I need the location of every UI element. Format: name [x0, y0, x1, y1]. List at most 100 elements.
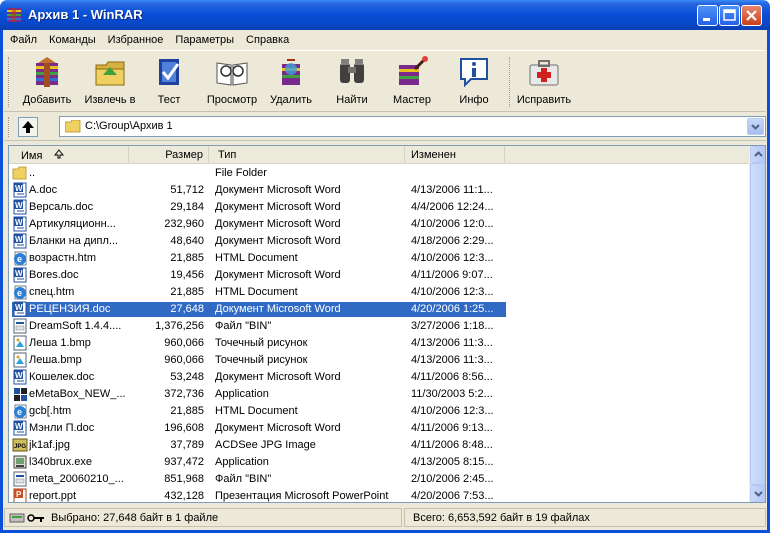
file-size: 960,066: [164, 337, 204, 349]
file-row[interactable]: Леша.bmp 960,066 Точечный рисунок 4/13/2006…: [9, 352, 749, 369]
binoculars-icon: [340, 59, 364, 83]
file-row[interactable]: Preport.ppt 432,128 Презентация Microsoft …: [9, 488, 749, 502]
maximize-button[interactable]: [719, 5, 740, 26]
file-name: Мэнли П.doc: [29, 422, 95, 434]
minimize-button[interactable]: [697, 5, 718, 26]
file-size: 232,960: [164, 218, 204, 230]
menu-favorites[interactable]: Избранное: [102, 32, 170, 50]
scroll-down-button[interactable]: [750, 485, 765, 502]
word-doc-icon: W: [13, 199, 27, 215]
svg-text:W: W: [15, 235, 23, 244]
file-type: Документ Microsoft Word: [215, 184, 341, 196]
file-modified: 4/13/2006 11:3...: [411, 337, 493, 349]
file-name: l340brux.exe: [29, 456, 92, 468]
file-name: report.ppt: [29, 490, 77, 502]
file-list[interactable]: Имя Размер Тип Изменен .. File Folder W A.d…: [8, 145, 766, 503]
svg-text:W: W: [15, 422, 23, 431]
view-book-icon: [216, 62, 248, 86]
test-button[interactable]: Тест: [139, 55, 199, 111]
file-type: Точечный рисунок: [215, 354, 308, 366]
word-doc-icon: W: [13, 301, 27, 317]
repair-button[interactable]: Исправить: [514, 55, 574, 111]
drive-key-icon[interactable]: [9, 512, 49, 524]
bitmap-icon: [13, 352, 27, 368]
file-row[interactable]: W Артикуляционн... 232,960 Документ Microso…: [9, 216, 749, 233]
info-button[interactable]: Инфо: [444, 55, 504, 111]
menu-options[interactable]: Параметры: [169, 32, 240, 50]
file-row[interactable]: W Кошелек.doc 53,248 Документ Microsoft Wor…: [9, 369, 749, 386]
file-row[interactable]: eMetaBox_NEW_... 372,736 Application 11/30/…: [9, 386, 749, 403]
status-bar: Выбрано: 27,648 байт в 1 файле Всего: 6,…: [4, 506, 766, 528]
up-folder-button[interactable]: [18, 117, 38, 137]
title-bar[interactable]: Архив 1 - WinRAR: [0, 0, 770, 30]
svg-text:e: e: [17, 407, 22, 417]
chevron-up-icon: [754, 151, 763, 157]
file-row[interactable]: W Мэнли П.doc 196,608 Документ Microsoft Wo…: [9, 420, 749, 437]
file-size: 37,789: [170, 439, 204, 451]
file-modified: 11/30/2003 5:2...: [411, 388, 493, 400]
close-icon: [746, 10, 757, 21]
file-type: Документ Microsoft Word: [215, 218, 341, 230]
file-row[interactable]: e возрастн.htm 21,885 HTML Document 4/10/200…: [9, 250, 749, 267]
file-row[interactable]: l340brux.exe 937,472 Application 4/13/2005 …: [9, 454, 749, 471]
file-rows: .. File Folder W A.doc 51,712 Документ Micros…: [9, 165, 749, 502]
file-type: Документ Microsoft Word: [215, 269, 341, 281]
file-type: Application: [215, 456, 269, 468]
menu-file[interactable]: Файл: [4, 32, 43, 50]
file-row[interactable]: .. File Folder: [9, 165, 749, 182]
file-row[interactable]: e спец.htm 21,885 HTML Document 4/10/2006 12…: [9, 284, 749, 301]
file-modified: 4/20/2006 7:53...: [411, 490, 494, 502]
svg-text:e: e: [17, 254, 22, 264]
vertical-scrollbar[interactable]: [749, 146, 765, 502]
bitmap-icon: [13, 335, 27, 351]
close-button[interactable]: [741, 5, 762, 26]
file-type: Файл "BIN": [215, 473, 272, 485]
add-button[interactable]: Добавить: [17, 55, 77, 111]
address-dropdown-button[interactable]: [747, 118, 764, 135]
svg-text:e: e: [17, 288, 22, 298]
column-name-header[interactable]: Имя: [9, 146, 129, 164]
column-modified-header[interactable]: Изменен: [405, 146, 505, 164]
file-name: A.doc: [29, 184, 58, 196]
menu-help[interactable]: Справка: [240, 32, 295, 50]
file-size: 21,885: [170, 252, 204, 264]
file-row[interactable]: meta_20060210_... 851,968 Файл "BIN" 2/10/2…: [9, 471, 749, 488]
html-icon: e: [14, 404, 27, 419]
column-type-header[interactable]: Тип: [209, 146, 405, 164]
menu-commands[interactable]: Команды: [43, 32, 102, 50]
address-combobox[interactable]: C:\Group\Архив 1: [59, 116, 766, 137]
svg-text:W: W: [15, 303, 23, 312]
file-row[interactable]: Леша 1.bmp 960,066 Точечный рисунок 4/13/20…: [9, 335, 749, 352]
file-row[interactable]: W Версаль.doc 29,184 Документ Microsoft Wor…: [9, 199, 749, 216]
file-row[interactable]: W Бланки на дипл... 48,640 Документ Microso…: [9, 233, 749, 250]
file-modified: 4/13/2005 8:15...: [411, 456, 494, 468]
delete-icon: [282, 59, 300, 85]
file-row[interactable]: W РЕЦЕНЗИЯ.doc 27,648 Документ Microsoft Wo…: [9, 301, 749, 318]
winrar-app-icon[interactable]: [6, 7, 22, 23]
scroll-thumb[interactable]: [750, 163, 765, 485]
file-name: Артикуляционн...: [29, 218, 116, 230]
column-size-header[interactable]: Размер: [129, 146, 209, 164]
column-modified-label: Изменен: [411, 149, 456, 161]
file-row[interactable]: e gcb[.htm 21,885 HTML Document 4/10/2006 12…: [9, 403, 749, 420]
address-grip[interactable]: [8, 117, 11, 137]
file-row[interactable]: JPG jk1af.jpg 37,789 ACDSee JPG Image 4/11/2…: [9, 437, 749, 454]
file-name: Версаль.doc: [29, 201, 94, 213]
file-row[interactable]: DreamSoft 1.4.4.... 1,376,256 Файл "BIN" 3/…: [9, 318, 749, 335]
file-name: возрастн.htm: [29, 252, 96, 264]
window-title: Архив 1 - WinRAR: [28, 7, 143, 22]
file-row[interactable]: W A.doc 51,712 Документ Microsoft Word 4/13/…: [9, 182, 749, 199]
file-size: 51,712: [170, 184, 204, 196]
file-row[interactable]: W Bores.doc 19,456 Документ Microsoft Word 4…: [9, 267, 749, 284]
status-total-text: Всего: 6,653,592 байт в 19 файлах: [413, 512, 590, 524]
file-name: meta_20060210_...: [29, 473, 124, 485]
wizard-button[interactable]: Мастер: [382, 55, 442, 111]
svg-text:W: W: [15, 184, 23, 193]
address-bar: C:\Group\Архив 1: [4, 113, 766, 141]
file-name: ..: [29, 167, 36, 179]
scroll-up-button[interactable]: [750, 146, 765, 163]
toolbar: Добавить Извлечь в Тест Просмотр Удалить…: [4, 50, 766, 112]
first-aid-kit-icon: [529, 60, 559, 86]
file-type: HTML Document: [215, 286, 298, 298]
file-name: gcb[.htm: [29, 405, 72, 417]
